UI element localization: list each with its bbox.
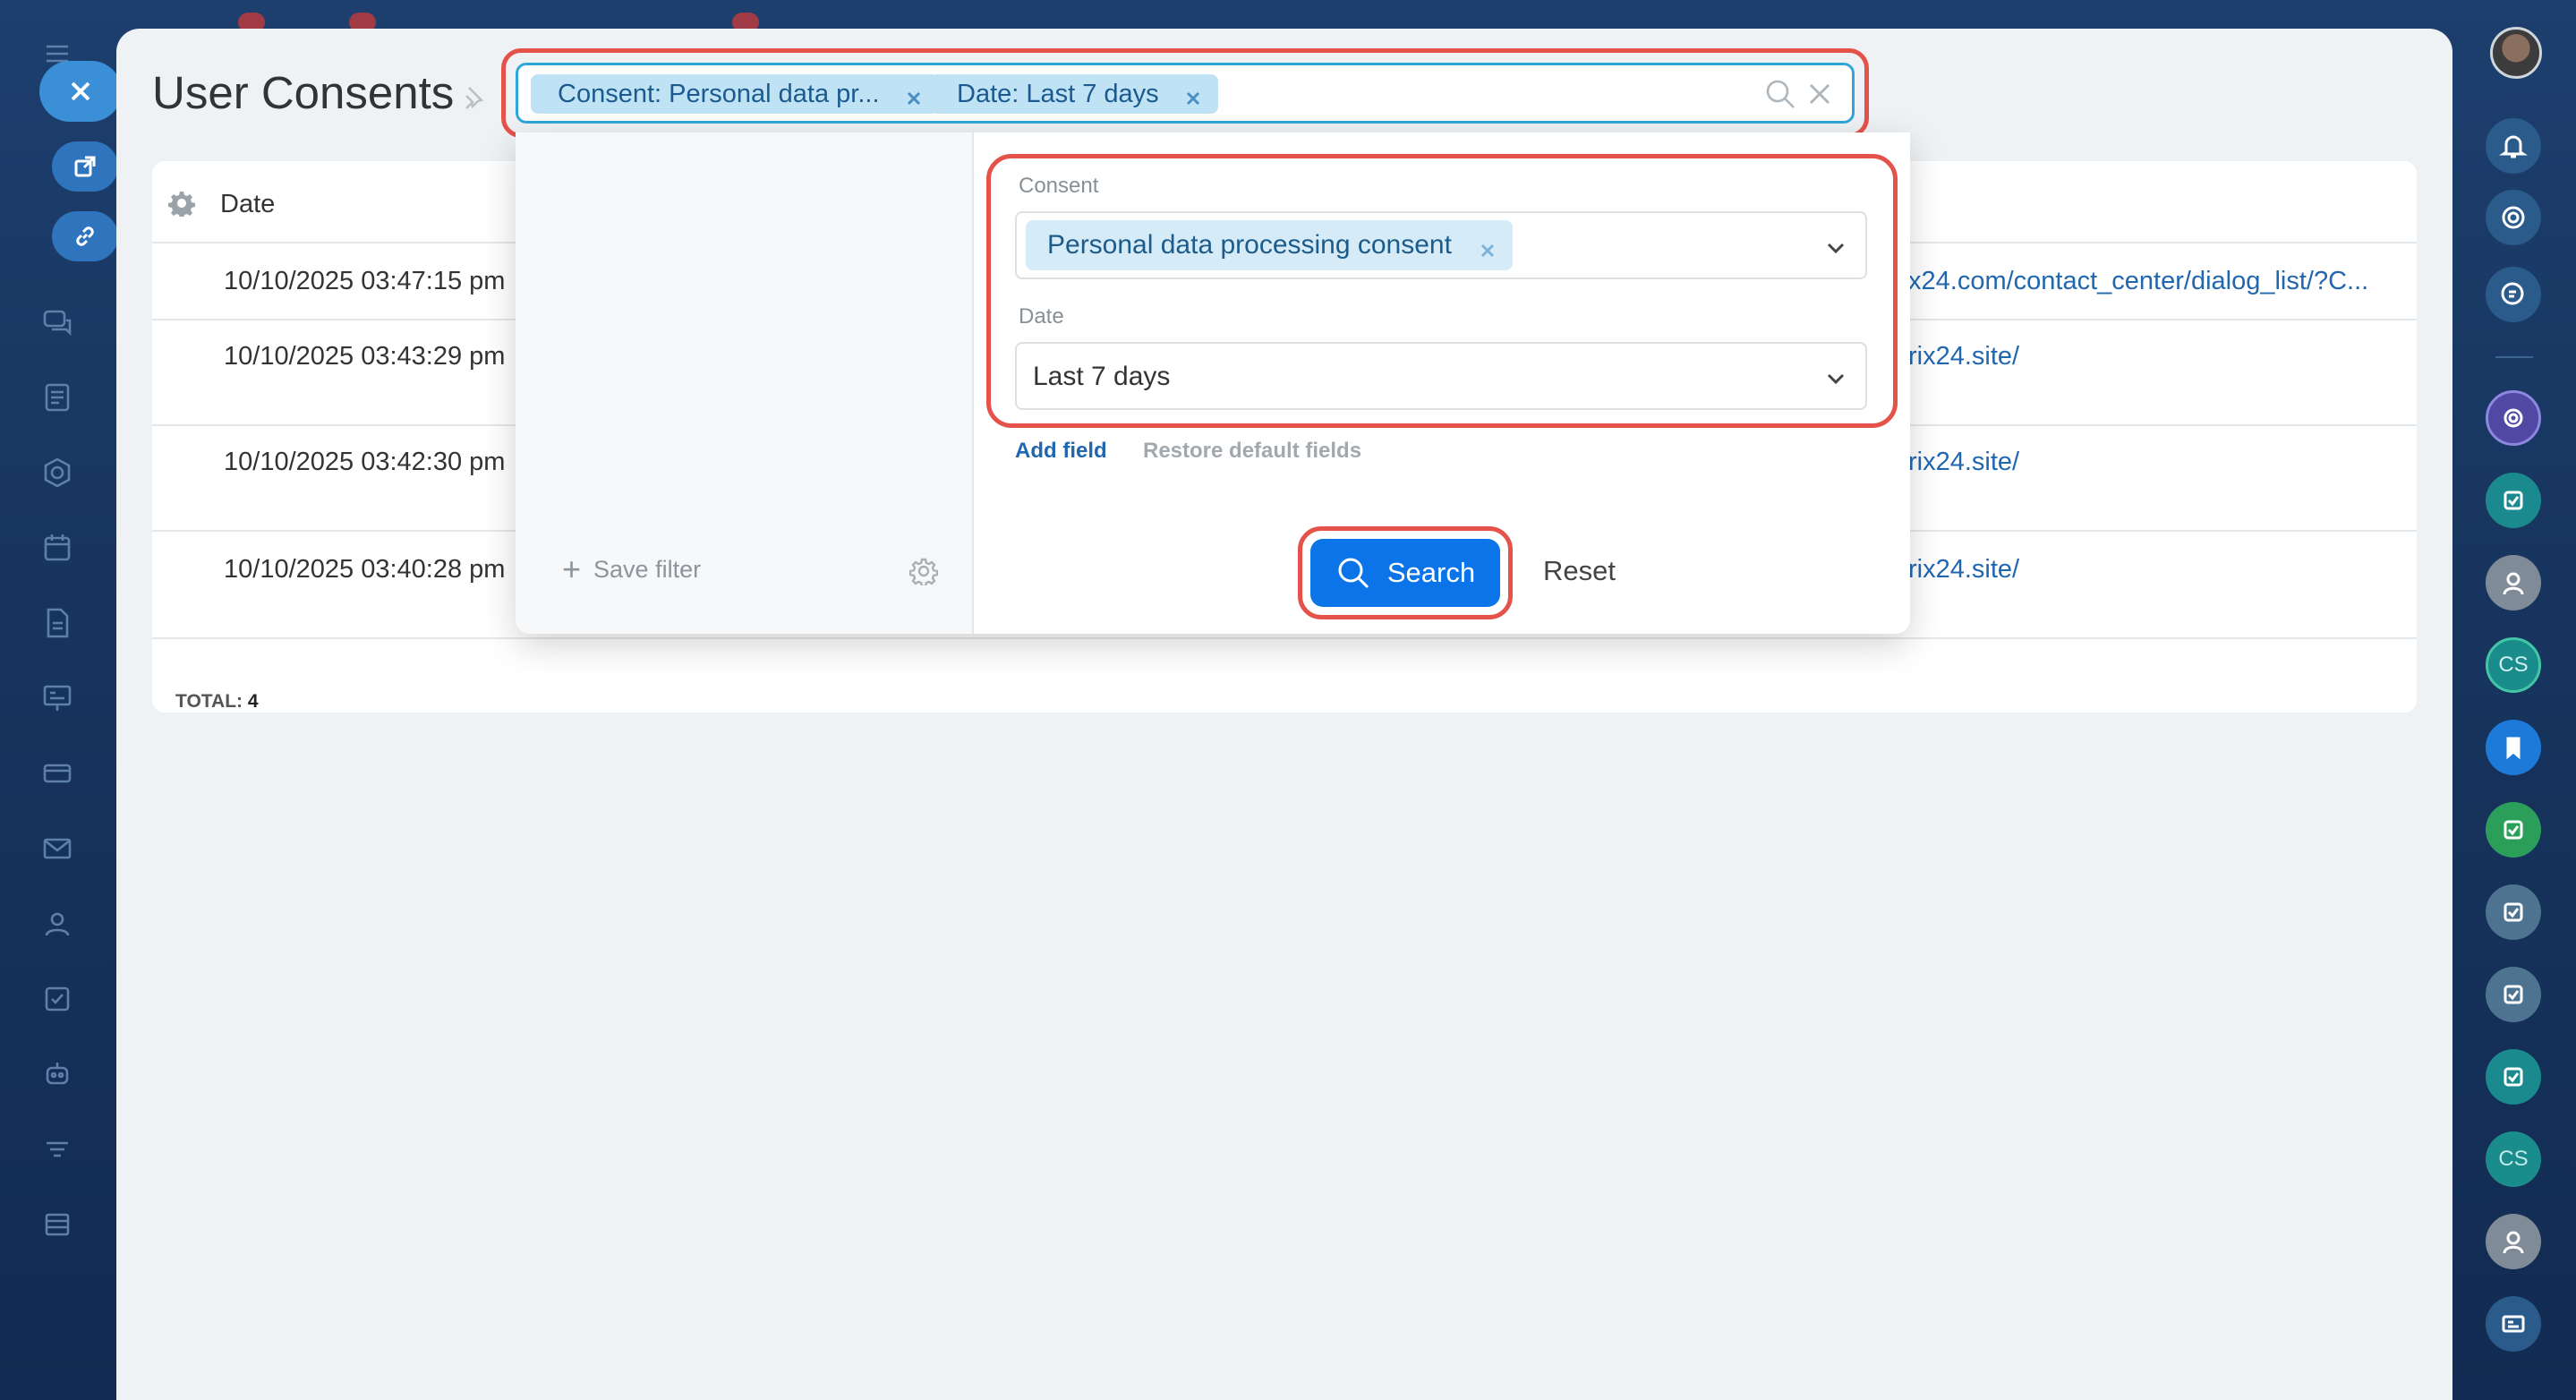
chat-search-icon[interactable] [2486,267,2541,322]
date-select[interactable]: Last 7 days [1015,342,1867,410]
row-date: 10/10/2025 03:42:30 pm [224,448,506,476]
contacts-icon[interactable] [38,904,77,943]
list-icon[interactable] [38,1205,77,1244]
contact-card-icon[interactable] [2486,1296,2541,1352]
contact-avatar[interactable] [2486,1214,2541,1269]
clear-search-icon[interactable] [1807,81,1832,107]
cs-avatar[interactable]: CS [2486,637,2541,693]
save-filter-label: Save filter [593,555,702,583]
target-icon[interactable] [2486,190,2541,245]
saved-filters-panel: + Save filter [516,132,974,634]
chevron-down-icon[interactable] [1822,235,1849,261]
filter-search-bar[interactable]: Consent: Personal data pr... Date: Last … [516,63,1855,124]
row-date: 10/10/2025 03:43:29 pm [224,342,506,371]
filter-chip-consent[interactable]: Consent: Personal data pr... [531,74,939,114]
presentation-icon[interactable] [38,679,77,718]
row-link[interactable]: rix24.site/ [1908,448,2019,477]
filter-icon[interactable] [38,1130,77,1169]
bookmark-icon[interactable] [2486,720,2541,775]
remove-chip-icon[interactable] [905,85,923,106]
filter-settings-gear-icon[interactable] [908,557,939,588]
search-button-label: Search [1386,557,1476,588]
row-link[interactable]: rix24.site/ [1908,342,2019,371]
search-icon [1338,558,1369,589]
task-check-icon[interactable] [2486,473,2541,528]
card-icon[interactable] [38,754,77,793]
tasks-icon[interactable] [38,979,77,1019]
add-field-link[interactable]: Add field [1015,439,1107,464]
chat-icon[interactable] [38,303,77,342]
row-date: 10/10/2025 03:40:28 pm [224,555,506,584]
pin-icon[interactable] [458,84,485,111]
date-field-label: Date [1019,304,1064,329]
close-slider-button[interactable] [39,61,122,122]
cs-label: CS [2498,653,2529,677]
reset-button[interactable]: Reset [1543,555,1616,587]
search-icon[interactable] [1764,78,1796,110]
chip-label: Consent: Personal data pr... [558,79,880,108]
column-header-date[interactable]: Date [220,190,275,219]
hexagon-icon[interactable] [38,453,77,492]
external-link-icon [74,156,96,177]
task-check-icon[interactable] [2486,802,2541,858]
close-icon [71,81,90,101]
remove-consent-icon[interactable] [1479,236,1497,258]
row-link[interactable]: rix24.site/ [1908,555,2019,585]
column-settings-gear-icon[interactable] [168,190,195,218]
copilot-icon[interactable] [2486,390,2541,446]
total-count: TOTAL: 4 [175,691,259,713]
task-check-icon[interactable] [2486,967,2541,1022]
chevron-down-icon[interactable] [1822,365,1849,392]
left-sidebar [0,0,759,1400]
copy-link-button[interactable] [52,211,118,261]
cs-label: CS [2498,1147,2529,1171]
plus-icon: + [562,551,582,587]
page-title: User Consents [152,67,455,118]
feed-icon[interactable] [38,378,77,417]
calendar-icon[interactable] [38,528,77,568]
open-in-new-window-button[interactable] [52,141,118,192]
cs-avatar[interactable]: CS [2486,1131,2541,1187]
chip-label: Date: Last 7 days [957,79,1159,108]
right-sidebar: CS CS [2452,0,2576,1400]
divider [2495,356,2533,358]
consent-value-chip[interactable]: Personal data processing consent [1026,220,1513,270]
mail-icon[interactable] [38,829,77,868]
task-check-icon[interactable] [2486,1049,2541,1105]
search-button[interactable]: Search [1310,539,1500,607]
consent-value: Personal data processing consent [1047,230,1452,260]
consent-field-label: Consent [1019,174,1099,198]
document-icon[interactable] [38,603,77,643]
task-check-icon[interactable] [2486,884,2541,940]
date-value: Last 7 days [1033,362,1171,391]
link-icon [76,226,94,246]
restore-default-fields-link[interactable]: Restore default fields [1143,439,1361,464]
remove-chip-icon[interactable] [1184,85,1202,106]
filter-chip-date[interactable]: Date: Last 7 days [930,74,1218,114]
row-link[interactable]: x24.com/contact_center/dialog_list/?C... [1908,267,2368,296]
row-date: 10/10/2025 03:47:15 pm [224,267,506,295]
robot-icon[interactable] [38,1054,77,1094]
consent-select[interactable]: Personal data processing consent [1015,211,1867,279]
total-label: TOTAL: [175,691,243,712]
save-filter-button[interactable]: + Save filter [562,553,701,585]
total-value: 4 [247,691,259,712]
contact-avatar[interactable] [2486,555,2541,610]
bell-icon[interactable] [2486,118,2541,174]
